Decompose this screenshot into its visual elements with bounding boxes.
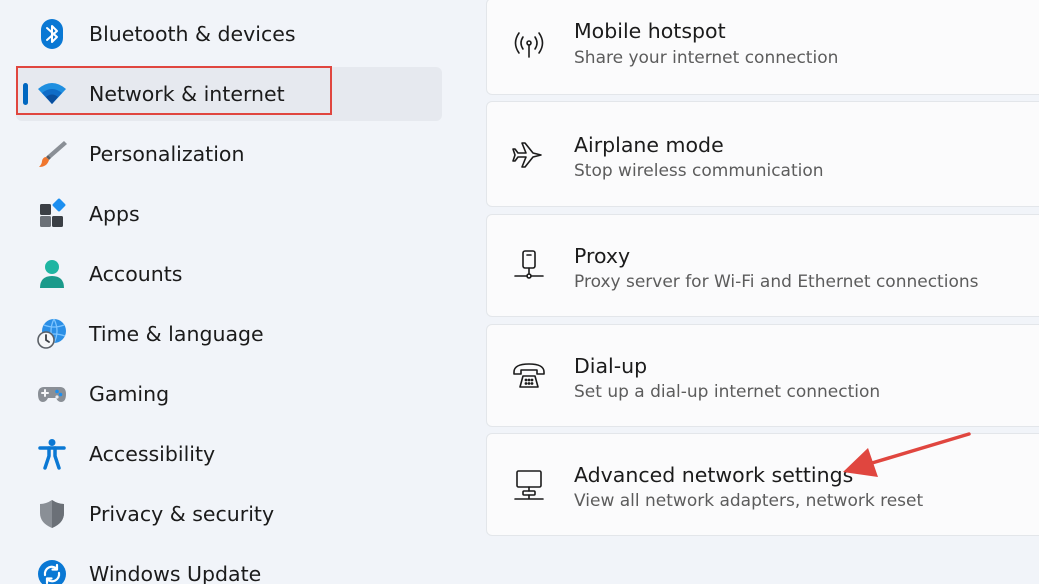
sidebar-item-label: Bluetooth & devices xyxy=(89,22,296,46)
paintbrush-icon xyxy=(39,141,67,167)
sidebar-item-accessibility[interactable]: Accessibility xyxy=(16,427,442,481)
apps-icon xyxy=(40,198,66,227)
sidebar-item-windows-update[interactable]: Windows Update xyxy=(16,547,442,584)
card-proxy[interactable]: Proxy Proxy server for Wi-Fi and Etherne… xyxy=(486,214,1039,317)
sidebar-item-personalization[interactable]: Personalization xyxy=(16,127,442,181)
sidebar-item-time-language[interactable]: Time & language xyxy=(16,307,442,361)
sidebar-item-label: Accounts xyxy=(89,262,183,286)
card-advanced-network-settings[interactable]: Advanced network settings View all netwo… xyxy=(486,433,1039,536)
card-subtitle: Share your internet connection xyxy=(574,48,839,68)
bluetooth-icon xyxy=(41,19,63,49)
sidebar-item-accounts[interactable]: Accounts xyxy=(16,247,442,301)
phone-icon xyxy=(513,363,545,388)
card-subtitle: Stop wireless communication xyxy=(574,161,824,181)
sidebar-item-label: Accessibility xyxy=(89,442,216,466)
shield-icon xyxy=(40,500,64,528)
card-mobile-hotspot[interactable]: Mobile hotspot Share your internet conne… xyxy=(486,0,1039,95)
proxy-icon xyxy=(514,250,544,279)
sidebar-item-label: Privacy & security xyxy=(89,502,275,526)
sidebar-item-label: Personalization xyxy=(89,142,245,166)
accessibility-icon xyxy=(38,439,66,470)
sidebar-item-label: Network & internet xyxy=(89,82,285,106)
sidebar-item-apps[interactable]: Apps xyxy=(16,187,442,241)
network-computer-icon xyxy=(514,470,544,500)
wifi-icon xyxy=(38,83,66,104)
sidebar-item-label: Gaming xyxy=(89,382,170,406)
gamepad-icon xyxy=(38,387,66,402)
card-title: Dial-up xyxy=(574,354,648,378)
sidebar-item-gaming[interactable]: Gaming xyxy=(16,367,442,421)
card-title: Advanced network settings xyxy=(574,463,854,487)
sidebar-item-label: Apps xyxy=(89,202,140,226)
sidebar-item-privacy-security[interactable]: Privacy & security xyxy=(16,487,442,541)
card-airplane-mode[interactable]: Airplane mode Stop wireless communicatio… xyxy=(486,101,1039,207)
sidebar-item-label: Windows Update xyxy=(89,562,262,584)
sidebar-item-label: Time & language xyxy=(89,322,264,346)
card-dial-up[interactable]: Dial-up Set up a dial-up internet connec… xyxy=(486,324,1039,427)
update-icon xyxy=(38,560,66,584)
sidebar: Bluetooth & devices Network & internet P… xyxy=(0,0,470,584)
sidebar-item-network-internet[interactable]: Network & internet xyxy=(16,67,442,121)
airplane-icon xyxy=(512,142,542,168)
card-subtitle: View all network adapters, network reset xyxy=(574,491,924,511)
selection-indicator xyxy=(23,83,28,105)
hotspot-icon xyxy=(514,32,544,58)
card-subtitle: Set up a dial-up internet connection xyxy=(574,382,881,402)
card-subtitle: Proxy server for Wi-Fi and Ethernet conn… xyxy=(574,272,979,292)
sidebar-item-bluetooth-devices[interactable]: Bluetooth & devices xyxy=(16,7,442,61)
card-title: Airplane mode xyxy=(574,133,724,157)
person-icon xyxy=(40,260,64,288)
card-title: Proxy xyxy=(574,244,631,268)
card-title: Mobile hotspot xyxy=(574,19,726,43)
globe-clock-icon xyxy=(37,318,66,349)
